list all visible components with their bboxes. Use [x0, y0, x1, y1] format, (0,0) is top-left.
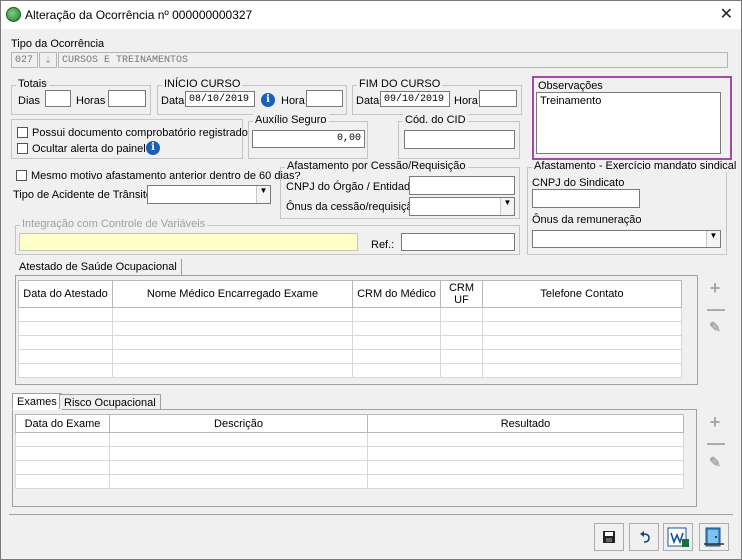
column-header[interactable]: Data do Exame	[15, 414, 110, 433]
pencil-icon[interactable]: ✎	[707, 454, 723, 470]
chevron-down-icon: ▼	[706, 231, 720, 247]
minus-icon[interactable]: —	[707, 434, 725, 452]
sindical-cnpj-input[interactable]	[532, 189, 640, 208]
atestado-table: Data do Atestado Nome Médico Encarregado…	[18, 280, 682, 378]
table-row[interactable]	[15, 460, 684, 475]
integracao-field[interactable]	[19, 233, 358, 251]
sindical-legend: Afastamento - Exercício mandato sindical	[532, 160, 739, 172]
dialog-window: Alteração da Ocorrência nº 000000000327 …	[0, 0, 742, 560]
word-document-icon	[667, 527, 689, 547]
sindical-cnpj-label: CNPJ do Sindicato	[532, 177, 625, 189]
plus-icon[interactable]: +	[707, 413, 723, 431]
cessao-legend: Afastamento por Cessão/Requisição	[285, 160, 468, 172]
integracao-legend: Integração com Controle de Variáveis	[20, 218, 208, 230]
info-icon[interactable]: i	[146, 141, 160, 155]
cid-legend: Cód. do CID	[403, 114, 468, 126]
column-header[interactable]: Telefone Contato	[482, 280, 682, 308]
inicio-legend: INÍCIO CURSO	[162, 78, 243, 90]
plus-icon[interactable]: +	[707, 279, 723, 297]
chevron-down-icon: ▼	[500, 198, 514, 215]
tipo-code-field: 027	[11, 52, 38, 68]
exames-table: Data do Exame Descrição Resultado	[15, 414, 684, 489]
fim-data-input[interactable]: 09/10/2019	[380, 91, 450, 107]
window-title: Alteração da Ocorrência nº 000000000327	[25, 8, 253, 22]
mesmo-motivo-label: Mesmo motivo afastamento anterior dentro…	[31, 170, 301, 182]
close-icon[interactable]: ✕	[720, 4, 733, 24]
table-row[interactable]	[18, 363, 682, 378]
pencil-icon[interactable]: ✎	[707, 319, 723, 335]
app-icon	[6, 7, 21, 22]
table-row[interactable]	[15, 446, 684, 461]
tipo-label: Tipo da Ocorrência	[11, 38, 105, 50]
exit-button[interactable]	[699, 523, 729, 551]
table-row[interactable]	[18, 349, 682, 364]
totais-legend: Totais	[16, 78, 49, 90]
floppy-disk-icon	[603, 531, 615, 543]
word-export-button[interactable]	[663, 523, 693, 551]
cessao-cnpj-input[interactable]	[409, 176, 515, 195]
fim-hora-input[interactable]	[479, 90, 517, 107]
horas-label: Horas	[76, 95, 106, 107]
auxilio-input[interactable]: 0,00	[252, 130, 365, 148]
table-header-row: Data do Atestado Nome Médico Encarregado…	[18, 280, 682, 308]
fim-hora-label: Hora	[454, 95, 478, 107]
inicio-data-input[interactable]: 08/10/2019	[185, 91, 255, 107]
ocultar-label: Ocultar alerta do painel	[32, 143, 146, 155]
info-icon[interactable]: i	[261, 93, 275, 107]
column-header[interactable]: Descrição	[109, 414, 368, 433]
sindical-onus-label: Ônus da remuneração	[532, 214, 642, 226]
observacoes-textarea[interactable]: Treinamento	[536, 92, 721, 154]
table-row[interactable]	[18, 335, 682, 350]
title-bar: Alteração da Ocorrência nº 000000000327 …	[1, 1, 741, 29]
inicio-hora-input[interactable]	[306, 90, 343, 107]
acidente-label: Tipo de Acidente de Trânsito:	[13, 189, 156, 201]
table-row[interactable]	[18, 307, 682, 322]
chevron-down-icon: ▼	[256, 186, 270, 203]
column-header[interactable]: Nome Médico Encarregado Exame	[112, 280, 353, 308]
dias-label: Dias	[18, 95, 41, 107]
cid-input[interactable]	[404, 130, 515, 149]
table-row[interactable]	[15, 474, 684, 489]
tipo-description-field: CURSOS E TREINAMENTOS	[58, 52, 728, 68]
cessao-cnpj-label: CNPJ do Órgão / Entidade:	[286, 181, 420, 193]
column-header[interactable]: Data do Atestado	[18, 280, 113, 308]
inicio-data-label: Data	[161, 95, 185, 107]
lookup-icon: ⇣	[39, 52, 57, 68]
ref-label: Ref.:	[371, 239, 395, 251]
cessao-onus-select[interactable]: ▼	[409, 197, 515, 216]
auxilio-legend: Auxílio Seguro	[253, 114, 329, 126]
inicio-hora-label: Hora	[281, 95, 305, 107]
table-row[interactable]	[18, 321, 682, 336]
divider	[9, 514, 733, 515]
ref-input[interactable]	[401, 233, 515, 251]
horas-input[interactable]	[108, 90, 146, 107]
possui-checkbox[interactable]	[17, 127, 28, 138]
cessao-onus-label: Ônus da cessão/requisição:	[286, 201, 422, 213]
possui-label: Possui documento comprobatório registrad…	[32, 127, 248, 139]
fim-legend: FIM DO CURSO	[357, 78, 443, 90]
column-header[interactable]: Resultado	[367, 414, 684, 433]
undo-button[interactable]	[629, 523, 659, 551]
tab-risco-ocupacional[interactable]: Risco Ocupacional	[59, 394, 161, 409]
observacoes-legend: Observações	[538, 80, 603, 92]
fim-data-label: Data	[356, 95, 380, 107]
table-row[interactable]	[15, 432, 684, 447]
undo-icon	[640, 531, 650, 543]
dias-input[interactable]	[45, 90, 71, 107]
tab-atestado[interactable]: Atestado de Saúde Ocupacional	[15, 259, 182, 275]
column-header[interactable]: CRM do Médico	[352, 280, 441, 308]
ocultar-checkbox[interactable]	[17, 143, 28, 154]
acidente-select[interactable]: ▼	[147, 185, 271, 204]
sindical-onus-select[interactable]: ▼	[532, 230, 721, 248]
tab-exames[interactable]: Exames	[12, 393, 62, 410]
table-header-row: Data do Exame Descrição Resultado	[15, 414, 684, 433]
column-header[interactable]: CRM UF	[440, 280, 483, 308]
exit-door-icon	[704, 527, 724, 547]
minus-icon[interactable]: —	[707, 300, 725, 318]
mesmo-motivo-checkbox[interactable]	[16, 170, 27, 181]
save-button[interactable]	[594, 523, 624, 551]
